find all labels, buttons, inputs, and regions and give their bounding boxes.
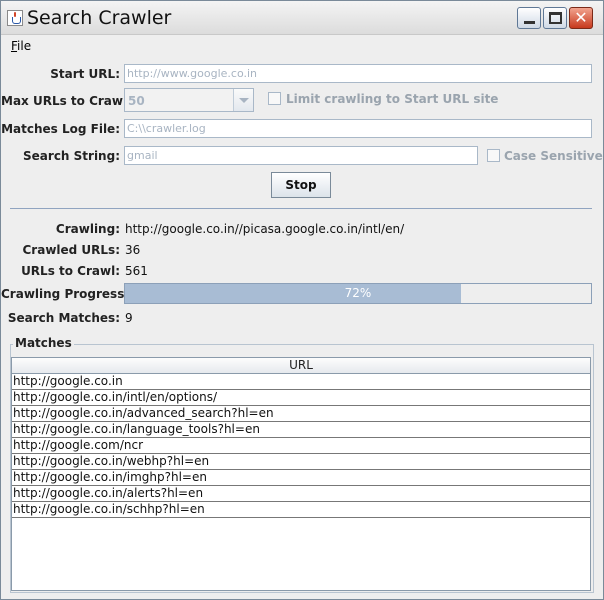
stop-button[interactable]: Stop [271, 172, 331, 198]
table-row[interactable]: http://google.co.in/webhp?hl=en [12, 454, 590, 470]
menu-file-label: ile [17, 39, 32, 53]
minimize-button[interactable] [517, 7, 541, 29]
search-string-field[interactable]: gmail [124, 146, 478, 165]
max-urls-combo[interactable]: 50 [124, 88, 254, 112]
start-url-field[interactable]: http://www.google.co.in [124, 64, 592, 83]
table-row[interactable]: http://google.co.in/alerts?hl=en [12, 486, 590, 502]
app-window: Search Crawler ✕ File Start URL: http://… [0, 0, 604, 600]
menu-file[interactable]: File [11, 39, 31, 53]
table-row[interactable]: http://google.co.in/schhp?hl=en [12, 502, 590, 518]
progress-text: 72% [344, 286, 372, 300]
table-row[interactable]: http://google.com/ncr [12, 438, 590, 454]
search-matches-value: 9 [125, 311, 133, 325]
table-row[interactable]: http://google.co.in/advanced_search?hl=e… [12, 406, 590, 422]
start-url-label: Start URL: [50, 67, 120, 81]
maximize-icon [549, 12, 562, 24]
search-string-label: Search String: [23, 149, 120, 163]
crawling-progress-bar: 72% [124, 283, 592, 304]
matches-table[interactable]: URL http://google.co.in http://google.co.… [11, 357, 591, 591]
minimize-icon [524, 21, 535, 24]
log-file-field[interactable]: C:\\crawler.log [124, 119, 592, 138]
matches-title: Matches [13, 336, 74, 350]
table-row[interactable]: http://google.co.in [12, 374, 590, 390]
log-file-label: Matches Log File: [1, 122, 120, 136]
chevron-down-icon[interactable] [233, 89, 253, 111]
crawling-value: http://google.co.in//picasa.google.co.in… [125, 222, 405, 236]
close-button[interactable]: ✕ [569, 7, 593, 29]
maximize-button[interactable] [543, 7, 567, 29]
title-bar[interactable]: Search Crawler ✕ [1, 1, 603, 35]
menu-bar: File [2, 35, 602, 57]
separator [10, 208, 592, 209]
url-column-header[interactable]: URL [12, 358, 590, 374]
table-row[interactable]: http://google.co.in/imghp?hl=en [12, 470, 590, 486]
urls-to-crawl-label: URLs to Crawl: [21, 264, 120, 278]
crawled-urls-value: 36 [125, 243, 141, 257]
window-title: Search Crawler [27, 7, 172, 29]
close-icon: ✕ [574, 8, 588, 27]
case-sensitive-label: Case Sensitive [504, 149, 603, 163]
urls-to-crawl-value: 561 [125, 264, 148, 278]
table-row[interactable]: http://google.co.in/language_tools?hl=en [12, 422, 590, 438]
crawling-label: Crawling: [55, 222, 120, 236]
case-sensitive-checkbox[interactable] [487, 149, 500, 162]
crawling-progress-label: Crawling Progress: [1, 287, 130, 301]
java-app-icon [7, 10, 23, 26]
table-row[interactable]: http://google.co.in/intl/en/options/ [12, 390, 590, 406]
limit-crawling-checkbox[interactable] [268, 92, 281, 105]
max-urls-value: 50 [128, 94, 145, 108]
max-urls-label: Max URLs to Crawl: [1, 94, 132, 108]
search-matches-label: Search Matches: [7, 311, 120, 325]
crawled-urls-label: Crawled URLs: [22, 243, 121, 257]
limit-crawling-label: Limit crawling to Start URL site [286, 92, 499, 106]
